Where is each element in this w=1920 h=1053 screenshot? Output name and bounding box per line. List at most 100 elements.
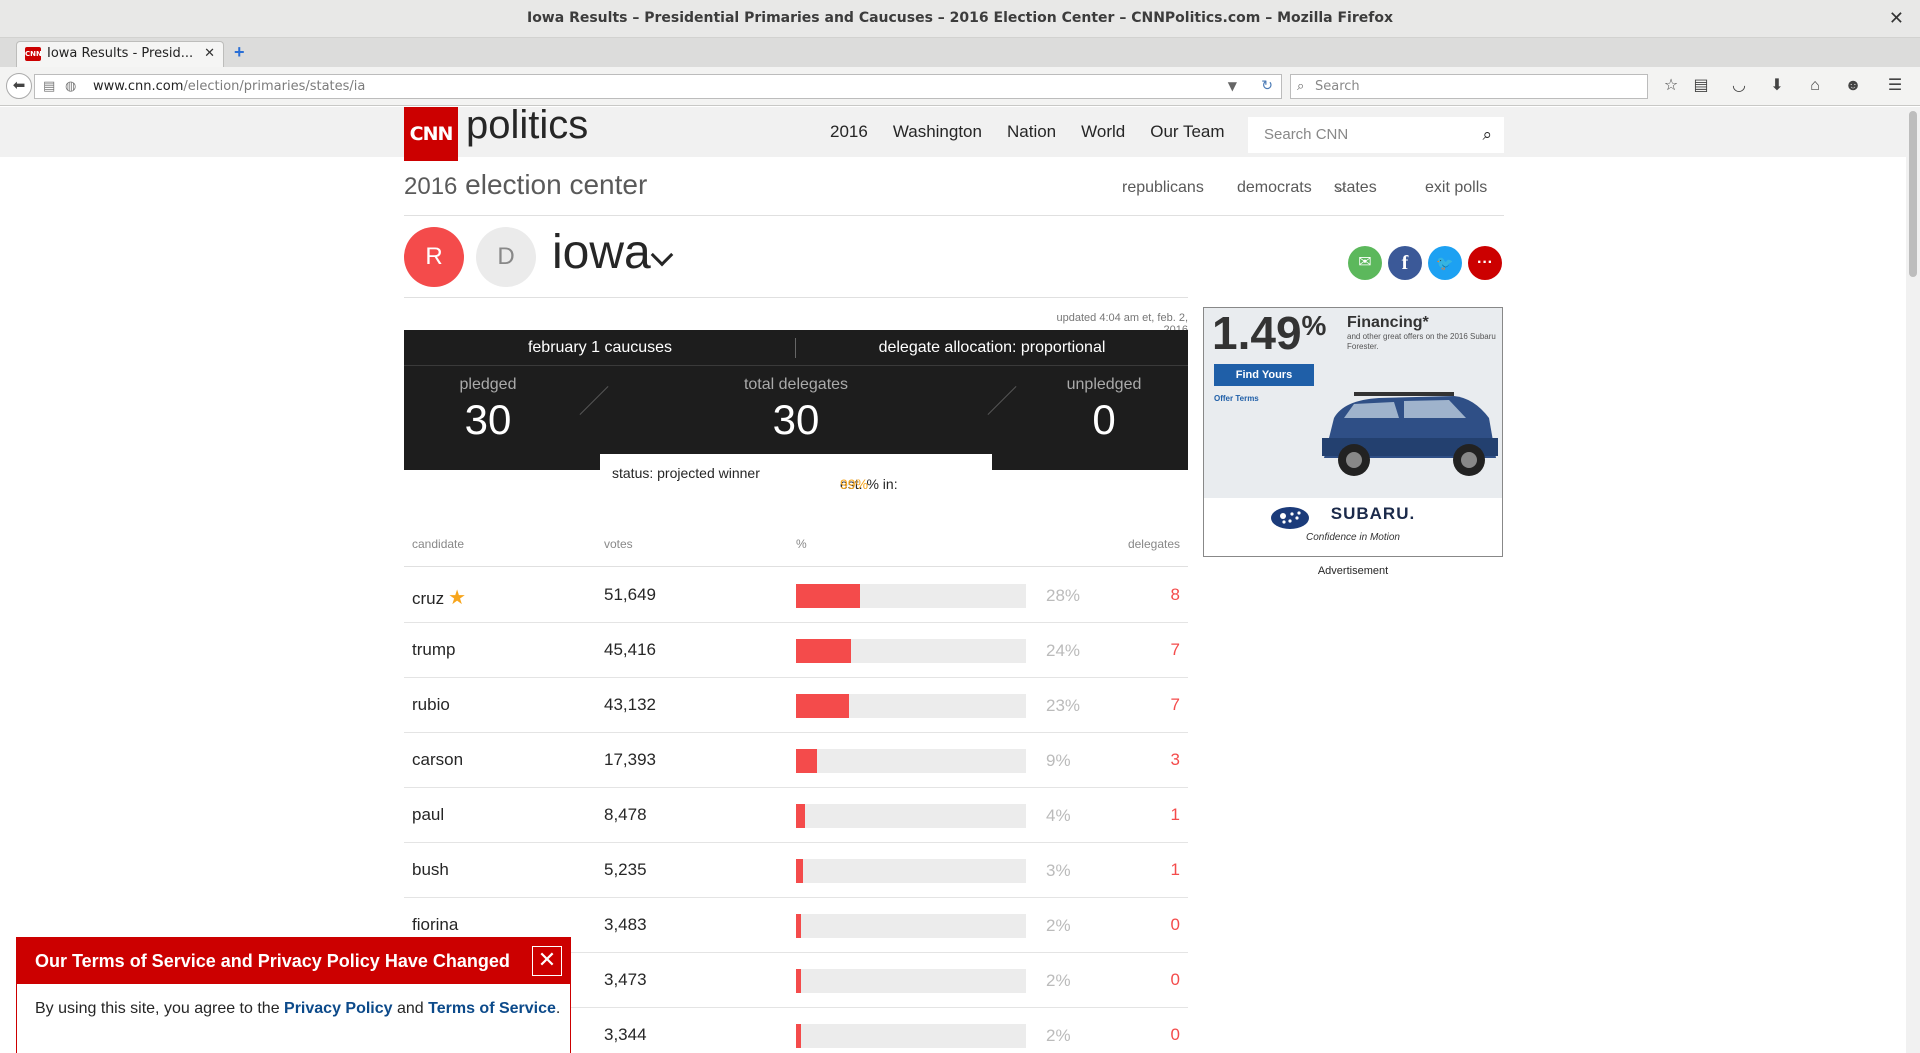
- subnav-exit-polls[interactable]: exit polls: [1425, 179, 1487, 197]
- facebook-share-icon[interactable]: f: [1388, 246, 1422, 280]
- ad-brand-text: SUBARU.: [1330, 504, 1416, 523]
- candidate-name-text: cruz: [412, 589, 445, 608]
- menu-icon[interactable]: ☰: [1884, 75, 1906, 97]
- ad-car-image: [1322, 392, 1498, 476]
- tos-body-suffix: .: [555, 1000, 561, 1017]
- more-share-icon[interactable]: ···: [1468, 246, 1502, 280]
- browser-tab-active[interactable]: CNN Iowa Results - Presid... ✕: [16, 41, 224, 67]
- subnav-democrats[interactable]: democrats: [1237, 179, 1312, 197]
- header-votes: votes: [604, 537, 633, 551]
- chevron-down-icon: ⌵: [1334, 179, 1347, 196]
- privacy-policy-link[interactable]: Privacy Policy: [284, 1000, 393, 1017]
- total-delegates-label: total delegates: [743, 376, 849, 393]
- election-title: election center: [465, 169, 648, 200]
- reload-icon[interactable]: ↻: [1261, 75, 1273, 98]
- divider: [404, 297, 1188, 298]
- nav-item-nation[interactable]: Nation: [1007, 107, 1056, 157]
- cnn-logo[interactable]: CNN: [404, 107, 458, 161]
- home-icon[interactable]: ⌂: [1804, 75, 1826, 97]
- candidate-percent: 3%: [1046, 861, 1071, 880]
- pocket-icon[interactable]: ◡: [1728, 75, 1750, 97]
- tos-title: Our Terms of Service and Privacy Policy …: [17, 938, 570, 984]
- sidebar-icon[interactable]: ▤: [43, 75, 55, 98]
- url-dropdown-icon[interactable]: ▼: [1228, 75, 1237, 98]
- terms-of-service-link[interactable]: Terms of Service: [428, 1000, 556, 1017]
- candidate-name[interactable]: cruz ★: [412, 585, 466, 610]
- state-selector[interactable]: iowa: [552, 225, 651, 280]
- site-search-input[interactable]: Search CNN ⌕: [1248, 117, 1504, 153]
- window-close-button[interactable]: ✕: [1889, 0, 1904, 37]
- window-titlebar: Iowa Results – Presidential Primaries an…: [0, 0, 1920, 38]
- candidate-percent: 24%: [1046, 641, 1081, 660]
- divider: [404, 215, 1504, 216]
- summary-header: february 1 caucuses delegate allocation:…: [404, 330, 1188, 366]
- reading-list-icon[interactable]: ▤: [1690, 75, 1712, 97]
- advertisement-label: Advertisement: [1317, 565, 1389, 577]
- new-tab-button[interactable]: +: [234, 42, 245, 63]
- candidate-delegates: 0: [1170, 915, 1180, 934]
- tos-and: and: [392, 1000, 429, 1017]
- nav-item-2016[interactable]: 2016: [830, 107, 868, 157]
- twitter-share-icon[interactable]: 🐦: [1428, 246, 1462, 280]
- candidate-name[interactable]: trump: [412, 640, 455, 660]
- nav-item-our-team[interactable]: Our Team: [1150, 107, 1224, 157]
- candidate-name[interactable]: fiorina: [412, 915, 458, 935]
- nav-item-world[interactable]: World: [1081, 107, 1125, 157]
- candidate-votes: 3,344: [604, 1025, 647, 1044]
- table-row: rubio 43,132 23% 7: [404, 678, 1188, 733]
- candidate-name[interactable]: bush: [412, 860, 449, 880]
- tab-close-icon[interactable]: ✕: [204, 42, 215, 66]
- vote-share-fill: [796, 749, 817, 773]
- estimate-value: 99%: [840, 476, 869, 492]
- email-share-icon[interactable]: ✉: [1348, 246, 1382, 280]
- nav-item-washington[interactable]: Washington: [893, 107, 982, 157]
- download-icon[interactable]: ⬇: [1766, 75, 1788, 97]
- vote-share-bar: [796, 859, 1026, 883]
- header-candidate: candidate: [412, 537, 465, 551]
- scrollbar-thumb[interactable]: [1909, 111, 1917, 277]
- vote-share-bar: [796, 584, 1026, 608]
- party-toggle-democrat[interactable]: D: [476, 227, 536, 287]
- pledged-label: pledged: [459, 376, 517, 393]
- candidate-name[interactable]: carson: [412, 750, 463, 770]
- browser-search-input[interactable]: ⌕ Search: [1290, 74, 1648, 99]
- subnav-republicans[interactable]: republicans: [1122, 179, 1204, 197]
- header-delegates: delegates: [1127, 537, 1180, 551]
- vote-share-bar: [796, 914, 1026, 938]
- allocation-label: delegate allocation: proportional: [878, 339, 1106, 356]
- chevron-down-icon[interactable]: [650, 243, 674, 267]
- pledged-stat: pledged 30: [404, 376, 572, 446]
- page-scrollbar[interactable]: [1906, 107, 1920, 1053]
- party-toggle-republican[interactable]: R: [404, 227, 464, 287]
- election-year: 2016: [404, 173, 458, 200]
- site-search-placeholder: Search CNN: [1264, 126, 1349, 143]
- candidate-delegates: 7: [1170, 640, 1180, 659]
- separator: [579, 386, 609, 415]
- candidate-percent: 9%: [1046, 751, 1071, 770]
- url-bar[interactable]: ▤ ◍ www.cnn.com/election/primaries/state…: [34, 74, 1282, 99]
- total-delegates-stat: total delegates 30: [624, 376, 968, 446]
- cnn-favicon-icon: CNN: [25, 47, 42, 61]
- search-icon[interactable]: ⌕: [1482, 117, 1492, 153]
- back-button[interactable]: ⬅: [6, 73, 32, 99]
- vote-share-fill: [796, 584, 860, 608]
- candidate-name[interactable]: paul: [412, 805, 444, 825]
- candidate-name-text: bush: [412, 860, 449, 879]
- politics-wordmark[interactable]: politics: [466, 107, 588, 148]
- site-header: CNN politics 2016 Washington Nation Worl…: [0, 107, 1906, 161]
- bookmark-star-icon[interactable]: ☆: [1660, 75, 1682, 97]
- vote-share-fill: [796, 1024, 801, 1048]
- browser-search-placeholder: Search: [1315, 79, 1360, 94]
- candidate-name[interactable]: rubio: [412, 695, 450, 715]
- candidate-percent: 2%: [1046, 1026, 1071, 1045]
- chat-icon[interactable]: ☻: [1842, 75, 1864, 97]
- tos-notice-banner: Our Terms of Service and Privacy Policy …: [16, 937, 571, 1053]
- candidate-votes: 5,235: [604, 860, 647, 879]
- page-viewport: CNN politics 2016 Washington Nation Worl…: [0, 107, 1906, 1053]
- navigation-toolbar: ⬅ ▤ ◍ www.cnn.com/election/primaries/sta…: [0, 67, 1920, 106]
- close-icon[interactable]: ✕: [532, 946, 562, 976]
- page-title[interactable]: 2016 election center: [404, 169, 647, 201]
- advertisement-banner[interactable]: 1.49% Financing* and other great offers …: [1203, 307, 1503, 557]
- vote-share-fill: [796, 914, 801, 938]
- candidate-delegates: 7: [1170, 695, 1180, 714]
